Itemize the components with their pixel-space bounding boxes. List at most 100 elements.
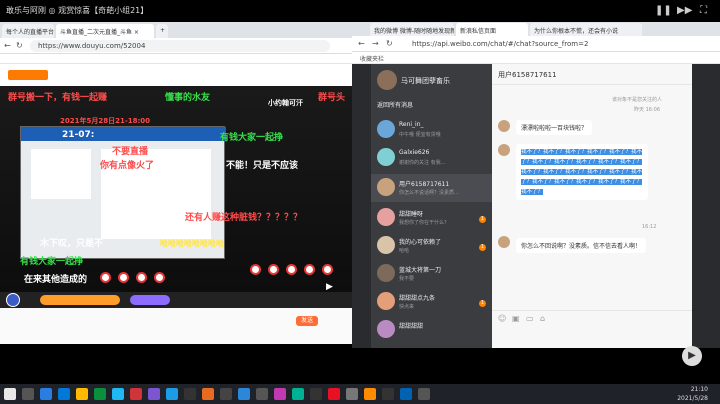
system-note: 该对象不是您关注的人 [612,97,663,103]
conversation-preview: 你怎么不说话啊？没素质… [399,190,460,196]
danmu: 哈哈哈哈哈哈哈哈 [160,239,224,248]
profile-name: 马可舞团孽畜乐 [401,77,450,85]
windows-start-icon[interactable] [4,388,16,400]
qq-icon[interactable] [112,388,124,400]
danmu: 有钱大家一起挣 [220,133,284,143]
tab-other[interactable]: 为什么你根本不慌，还会有小说 [530,23,642,36]
send-button[interactable]: 发送 [296,316,318,326]
left-browser-window: 每个人的直播平台 斗鱼直播_二次元直播_斗鱼 × + ← ↻ https://w… [0,22,352,344]
right-browser-window: 我的微博 微博-随时随地发现新鲜事 新浪私信页面 为什么你根本不慌，还会有小说 … [352,22,720,348]
emote-icon [118,272,129,283]
taskview-icon[interactable] [40,388,52,400]
conversation-name[interactable]: 甜甜甜甜 [399,321,423,330]
tab-weibo-home[interactable]: 我的微博 微博-随时随地发现新鲜事 [370,23,454,36]
conversation-preview: 我想你了你在干什么？ [399,220,450,226]
app-icon[interactable] [364,388,376,400]
back-icon[interactable]: ← [358,39,365,48]
forward-icon[interactable]: → [372,39,379,48]
danmu: 小约翰可汗 [268,99,303,107]
conversation-name[interactable]: 甜甜睡呀 [399,209,423,218]
refresh-icon[interactable]: ↻ [386,39,393,48]
tab-douyu-stream[interactable]: 斗鱼直播_二次元直播_斗鱼 × [56,24,154,38]
danmu: 群号头 [318,93,346,103]
avatar [377,120,395,138]
app-icon[interactable] [274,388,286,400]
conversation-preview: 快点来 [399,304,415,310]
danmu: 群号搬一下，有钱一起赚 [8,93,108,103]
clock-date[interactable]: 2021/5/28 [668,395,708,402]
wechat-icon[interactable] [94,388,106,400]
avatar [377,208,395,226]
edge-icon[interactable] [58,388,70,400]
danmu: 你有点像火了 [100,161,155,171]
chat-header: 用户6158717611 [498,71,557,79]
address-bar: ← → ↻ https://api.weibo.com/chat/#/chat?… [352,36,720,52]
conversation-name[interactable]: 用户6158717611 [399,179,449,188]
gift-bar [0,292,352,308]
pause-icon[interactable]: ❚❚ [655,5,672,16]
gift-banner [40,295,120,305]
conversation-name[interactable]: 我的心可依赖了 [399,237,441,246]
danmu: 不要直播 [112,147,149,157]
conversation-name[interactable]: 甜甜甜点九条 [399,293,435,302]
app-icon[interactable] [418,388,430,400]
address-bar: ← ↻ https://www.douyu.com/52004 [0,38,352,54]
avatar [377,292,395,310]
timestamp: 昨天 16:06 [634,107,660,113]
app-icon[interactable] [292,388,304,400]
clock-time[interactable]: 21:10 [672,386,708,393]
app-icon[interactable] [328,388,340,400]
folder-icon[interactable] [76,388,88,400]
app-icon[interactable] [148,388,160,400]
stream-controls: 发送 [0,308,352,344]
folder-icon[interactable]: ▭ [526,314,534,323]
timestamp: 16:12 [642,224,657,230]
app-icon[interactable] [166,388,178,400]
emoji-icon[interactable]: ☺ [498,314,506,323]
avatar [498,144,510,156]
bell-icon[interactable]: ⌂ [540,314,545,323]
search-icon[interactable] [22,388,34,400]
emote-icon [286,264,297,275]
tab-douyu-home[interactable]: 每个人的直播平台 [2,24,54,38]
next-icon[interactable]: ▶▶ [677,5,692,16]
image-icon[interactable]: ▣ [512,314,520,323]
fullscreen-icon[interactable]: ⛶ [700,5,707,16]
play-icon[interactable]: ▶ [682,346,702,366]
refresh-icon[interactable]: ↻ [16,41,23,50]
app-icon[interactable] [256,388,268,400]
avatar [6,293,20,307]
new-tab-button[interactable]: + [156,24,168,38]
message-panel: 用户6158717611 该对象不是您关注的人 昨天 16:06 漂漂啦啦啦一百… [492,64,692,348]
emote-icon [154,272,165,283]
conversation-name[interactable]: Reni_in_ [399,121,424,128]
danmu: 木下叹，只是不 [40,239,104,249]
app-icon[interactable] [184,388,196,400]
app-icon[interactable] [220,388,232,400]
selected-text[interactable]: 我不了？我不了？我不了？我不了？我不了？我不了？我不了？我不了？我不了？我不了？… [521,149,643,195]
app-icon[interactable] [382,388,394,400]
douyu-header [0,64,352,86]
avatar [377,148,395,166]
app-icon[interactable] [310,388,322,400]
conversation-name[interactable]: Galxie626 [399,149,429,156]
app-icon[interactable] [238,388,250,400]
app-icon[interactable] [130,388,142,400]
conversation-preview: 中午哦 便宜有货哦 [399,132,441,138]
url-input[interactable]: https://api.weibo.com/chat/#/chat?source… [408,38,648,50]
app-icon[interactable] [202,388,214,400]
danmu: 21-07: [62,130,95,140]
danmu: 不能！只是不应该 [226,161,299,171]
tab-weibo-chat[interactable]: 新浪私信页面 [456,23,528,36]
play-icon[interactable]: ▶ [326,282,333,292]
url-input[interactable]: https://www.douyu.com/52004 [30,40,330,52]
message-bubble: 漂漂啦啦啦一百块钱啦？ [516,120,593,135]
back-to-messages[interactable]: 返回所有消息 [377,100,413,109]
back-icon[interactable]: ← [4,41,11,50]
stream-title: 敢乐与阿刚 ◎ 观赏惊喜【奇葩小组21】 [6,6,149,15]
conversation-name[interactable]: 蓝城大将第一刀 [399,265,441,274]
conversation-preview: 哈哈 [399,248,410,254]
bookmark-folder[interactable]: 收藏夹栏 [360,54,384,63]
app-icon[interactable] [346,388,358,400]
app-icon[interactable] [400,388,412,400]
